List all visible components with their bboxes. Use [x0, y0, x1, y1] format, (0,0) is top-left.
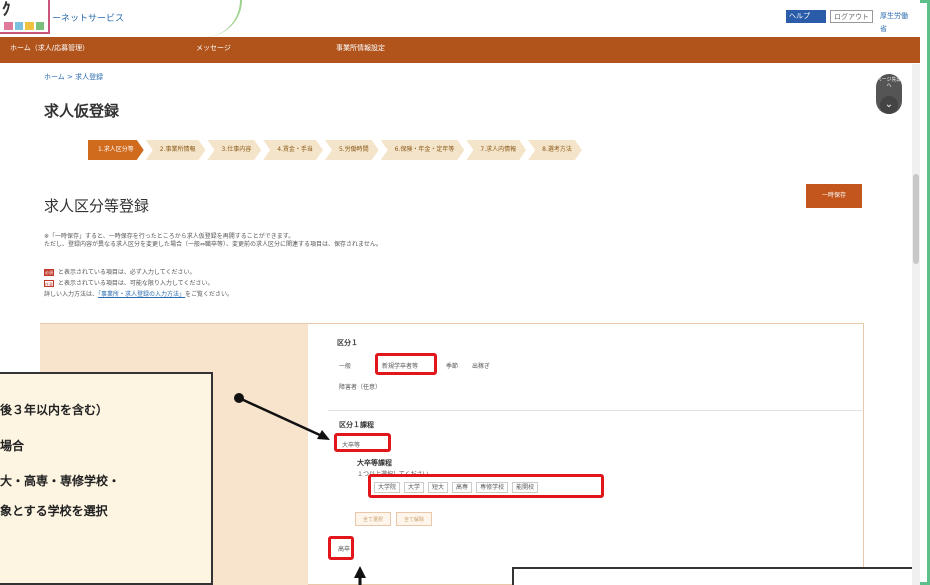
page-top-button[interactable]: ページ先頭へ ⌄	[876, 74, 902, 114]
vertical-scrollbar[interactable]	[912, 64, 920, 585]
callout-line-4: 象とする学校を選択	[0, 504, 108, 518]
callout-line-3: 大・高専・専修学校・	[0, 474, 121, 488]
page-top-label: ページ先頭へ	[876, 77, 902, 89]
callout-line-2: 場合	[0, 439, 25, 453]
callout-box-left: 後３年以内を含む） 場合 大・高専・専修学校・ 象とする学校を選択	[0, 372, 213, 585]
chevron-down-icon: ⌄	[880, 96, 898, 114]
scrollbar-thumb[interactable]	[913, 174, 919, 264]
callout-line-1: 後３年以内を含む）	[0, 403, 109, 417]
arrow-to-univ	[238, 396, 323, 438]
callout-box-right	[512, 567, 920, 585]
arrow-head-high-school	[354, 566, 366, 578]
